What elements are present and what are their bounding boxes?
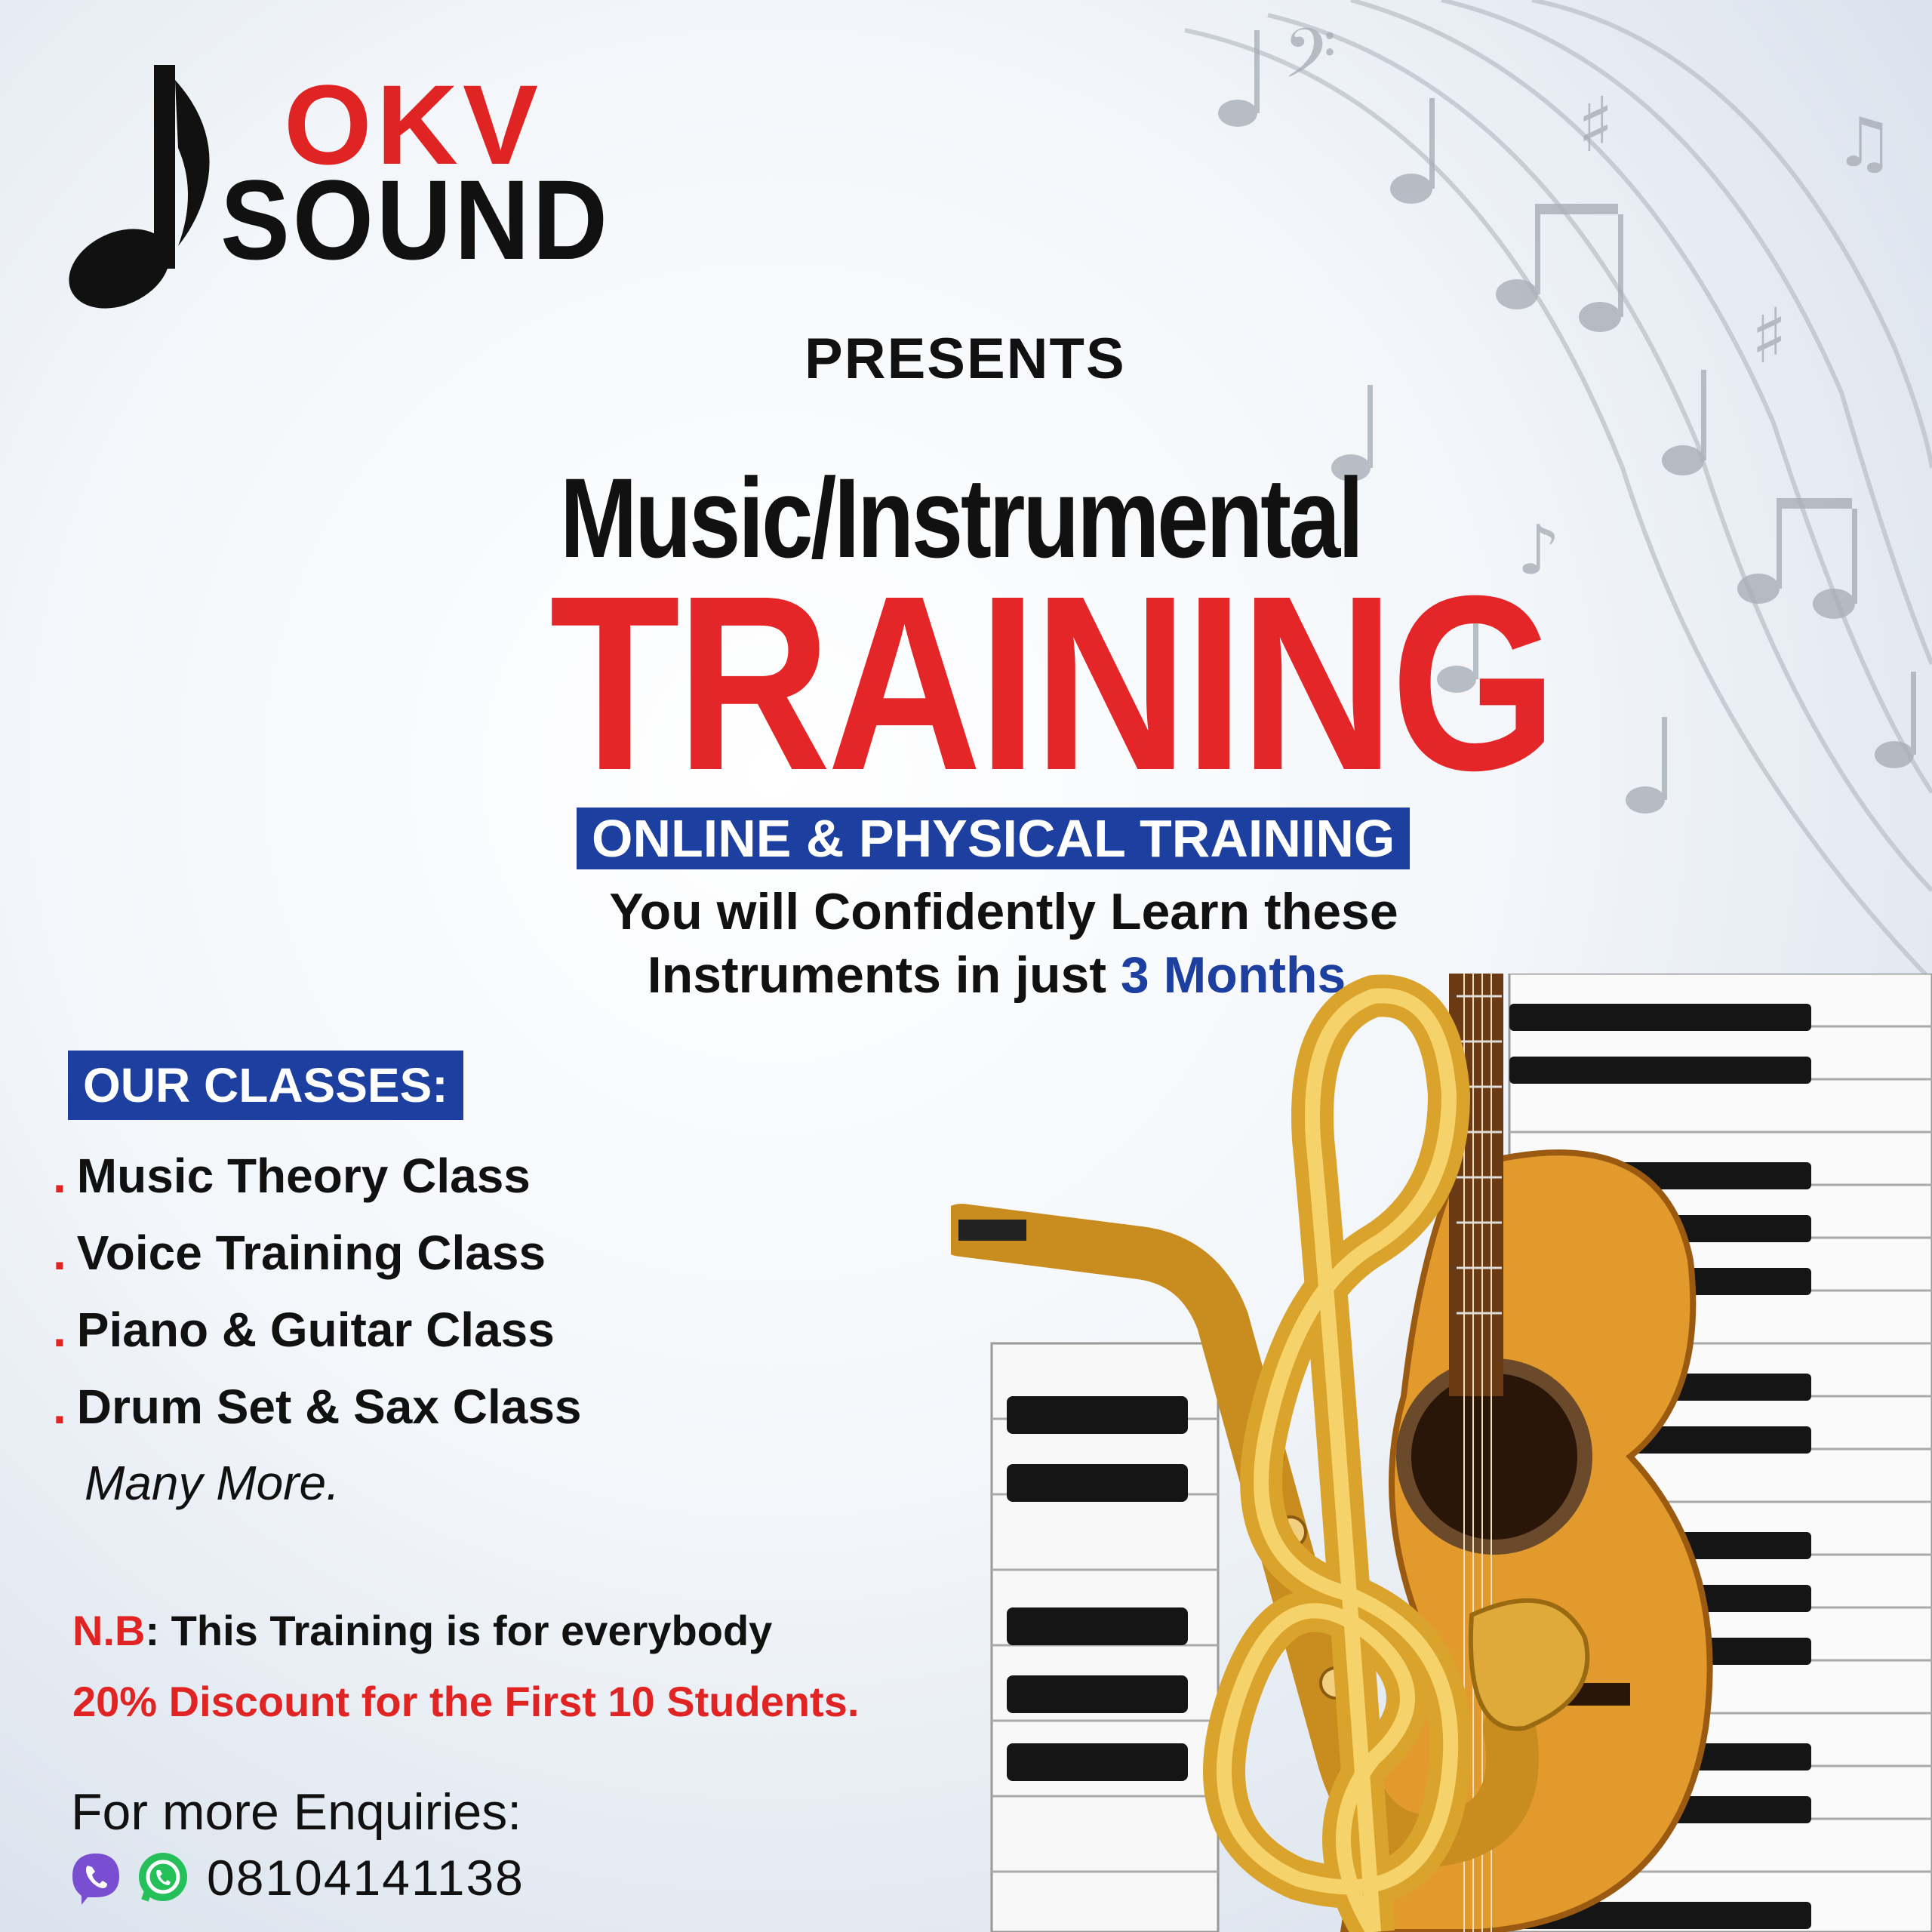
instruments-illustration — [951, 974, 1932, 1932]
viber-icon[interactable] — [69, 1850, 122, 1906]
headline-training: TRAINING — [549, 543, 1557, 822]
subline-1: You will Confidently Learn these — [609, 883, 1398, 940]
note-prefix: N.B — [72, 1607, 146, 1654]
flyer: 𝄢 ♯ ♯ ♪ ♫ OKV SOUND PRESENTS Music/Instr… — [0, 0, 1932, 1932]
note: N.B: This Training is for everybody — [72, 1606, 772, 1655]
note-head — [1218, 100, 1257, 127]
whatsapp-icon[interactable] — [136, 1850, 190, 1905]
class-item: . Voice Training Class — [53, 1229, 546, 1277]
class-item: . Drum Set & Sax Class — [53, 1383, 582, 1431]
svg-text:♯: ♯ — [1577, 81, 1614, 169]
bullet: . — [53, 1226, 66, 1280]
note-text: : This Training is for everybody — [145, 1607, 773, 1654]
class-label: Music Theory Class — [76, 1149, 531, 1203]
music-note-icon — [69, 65, 210, 309]
class-label: Drum Set & Sax Class — [76, 1380, 582, 1434]
class-label: Piano & Guitar Class — [76, 1303, 555, 1357]
class-label: Voice Training Class — [76, 1226, 546, 1280]
bullet: . — [53, 1149, 66, 1203]
piano-keyboard-left — [990, 1342, 1220, 1932]
brand-sound: SOUND — [220, 156, 611, 283]
phone-number[interactable]: 08104141138 — [207, 1849, 525, 1906]
bullet: . — [53, 1380, 66, 1434]
enquiries-label: For more Enquiries: — [71, 1783, 522, 1841]
svg-text:♫: ♫ — [1834, 103, 1895, 183]
svg-text:♯: ♯ — [1751, 292, 1787, 380]
svg-text:𝄢: 𝄢 — [1283, 14, 1337, 110]
presents-label: PRESENTS — [804, 327, 1126, 391]
class-item: . Music Theory Class — [53, 1152, 531, 1200]
classes-heading: OUR CLASSES: — [68, 1051, 463, 1120]
discount-text: 20% Discount for the First 10 Students. — [72, 1678, 860, 1725]
class-item: . Piano & Guitar Class — [53, 1306, 555, 1354]
many-more: Many More. — [85, 1456, 340, 1510]
online-physical-banner: ONLINE & PHYSICAL TRAINING — [577, 808, 1411, 869]
bullet: . — [53, 1303, 66, 1357]
